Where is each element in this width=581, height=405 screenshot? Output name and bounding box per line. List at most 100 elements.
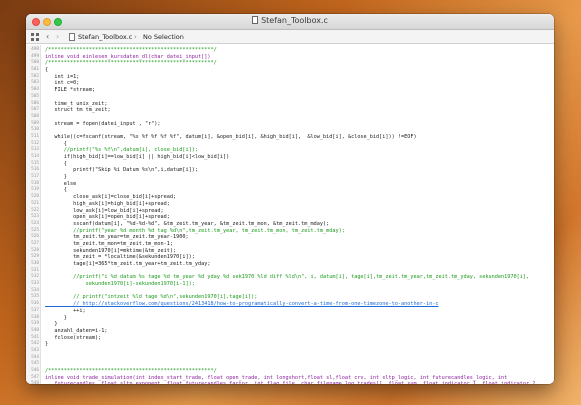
code-line[interactable]: 545 [26, 361, 554, 368]
code-line[interactable]: 530 tage[i]=365*tm_zeit.tm_year+tm_zeit.… [26, 261, 554, 268]
code-line[interactable]: 511 while((c=fscanf(stream, "%s %f %f %f… [26, 134, 554, 141]
line-number: 529 [31, 254, 39, 260]
forward-button[interactable]: › [56, 32, 59, 42]
code-text: fclose(stream); [45, 334, 102, 341]
code-text: int c=0; [45, 80, 80, 87]
code-line[interactable]: 529 tm_zeit = *localtime(&sekunden1970[i… [26, 254, 554, 261]
code-text: } [45, 341, 49, 348]
breadcrumb-file[interactable]: Stefan_Toolbox.c [78, 32, 132, 42]
code-text: // http://stackoverflow.com/questions/24… [45, 301, 439, 308]
code-line[interactable]: 506 time_t unix_zeit; [26, 101, 554, 108]
code-text: //printf("i %d datum %s tage %d tm_year … [45, 274, 530, 281]
code-text: { [45, 187, 67, 194]
line-number: 543 [31, 347, 39, 353]
code-line[interactable]: 504 FILE *stream; [26, 87, 554, 94]
code-line[interactable]: 520 close_ask[i]=close_bid[i]+spread; [26, 194, 554, 201]
code-text: tm_zeit = *localtime(&sekunden1970[i]); [45, 254, 195, 261]
line-number: 523 [31, 214, 39, 220]
code-line[interactable]: 533 sekunden1970[i]-sekunden1970[i-1]); [26, 281, 554, 288]
code-line[interactable]: 548 futurecandles, float sltp_exponent, … [26, 381, 554, 384]
code-text: stream = fopen(datei_input , "r"); [45, 120, 161, 127]
code-text: else [45, 180, 77, 187]
code-line[interactable]: 531 [26, 268, 554, 275]
code-line[interactable]: 522 low_ask[i]=low_bid[i]+spread; [26, 208, 554, 215]
code-line[interactable]: 539 } [26, 321, 554, 328]
line-number: 548 [31, 381, 39, 384]
code-line[interactable]: 516 printf("Skip %i Datum %s\n",i,datum[… [26, 167, 554, 174]
code-text: tm_zeit.tm_year=tm_zeit.tm_year-1900; [45, 234, 189, 241]
line-number: 507 [31, 107, 39, 113]
code-line[interactable]: 527 tm_zeit.tm_mon=tm_zeit.tm_mon-1; [26, 241, 554, 248]
code-line[interactable]: 523 open_ask[i]=open_bid[i]+spread; [26, 214, 554, 221]
code-line[interactable]: 536 // http://stackoverflow.com/question… [26, 301, 554, 308]
line-number: 514 [31, 154, 39, 159]
line-number: 498 [31, 47, 39, 52]
line-number: 542 [31, 341, 39, 347]
code-line[interactable]: 512 { [26, 141, 554, 148]
code-text: sekunden1970[i]=mktime(&tm_zeit); [45, 247, 177, 254]
code-line[interactable]: 546 /************************************… [26, 368, 554, 375]
line-number: 533 [31, 281, 39, 287]
code-line[interactable]: 515 { [26, 161, 554, 168]
code-line[interactable]: 508 [26, 114, 554, 121]
line-number: 501 [31, 67, 39, 73]
window-title-text: Stefan_Toolbox.c [261, 16, 328, 25]
code-line[interactable]: 505 [26, 94, 554, 101]
code-editor[interactable]: 498 /************************************… [26, 45, 554, 384]
code-line[interactable]: 537 ++i; [26, 308, 554, 315]
code-text: /***************************************… [45, 368, 217, 374]
code-line[interactable]: 514 if(high_bid[i]==low_bid[i] || high_b… [26, 154, 554, 161]
code-text: if(high_bid[i]==low_bid[i] || high_bid[i… [45, 154, 230, 160]
code-line[interactable]: 499 inline void einlesen_kursdaten_dl(cha… [26, 54, 554, 61]
line-number: 540 [31, 327, 39, 333]
line-number: 520 [31, 194, 39, 200]
code-line[interactable]: 524 sscanf(datum[i], "%d-%d-%d", &tm_zei… [26, 221, 554, 228]
code-line[interactable]: 500/************************************… [26, 60, 554, 67]
code-line[interactable]: 503 int c=0; [26, 80, 554, 87]
code-line[interactable]: 518 else [26, 181, 554, 188]
code-text: { [45, 140, 67, 147]
code-line[interactable]: 528 sekunden1970[i]=mktime(&tm_zeit); [26, 248, 554, 255]
code-text: sscanf(datum[i], "%d-%d-%d", &tm_zeit.tm… [45, 220, 330, 227]
code-line[interactable]: 502 int i=1; [26, 74, 554, 81]
code-line[interactable]: 532 //printf("i %d datum %s tage %d tm_y… [26, 274, 554, 281]
breadcrumb-selection[interactable]: No Selection [143, 32, 184, 42]
code-text: open_ask[i]=open_bid[i]+spread; [45, 214, 170, 221]
code-text: inline void trade_simulation(int index_s… [45, 374, 508, 381]
code-line[interactable]: 538 } [26, 315, 554, 322]
code-line[interactable]: 544 [26, 355, 554, 362]
line-number: 527 [31, 240, 39, 246]
line-number: 508 [31, 113, 39, 119]
code-line[interactable]: 541 fclose(stream); [26, 335, 554, 342]
code-line[interactable]: 535 // printf("intzeit %ld tage %d\n",se… [26, 294, 554, 301]
code-line[interactable]: 547 inline void trade_simulation(int inde… [26, 375, 554, 382]
line-number: 526 [31, 234, 39, 240]
code-line[interactable]: 513 //printf("%s %f\n",datum[i], close_b… [26, 147, 554, 154]
code-line[interactable]: 517 } [26, 174, 554, 181]
code-text: struct tm tm_zeit; [45, 107, 111, 114]
code-line[interactable]: 498 /************************************… [26, 47, 554, 54]
code-text: anzahl_daten=i-1; [45, 327, 108, 334]
code-line[interactable]: 507 struct tm tm_zeit; [26, 107, 554, 114]
code-text: } [45, 321, 58, 328]
code-text: int i=1; [45, 73, 80, 80]
code-line[interactable]: 525 //printf("year %d month %d tag %d\n"… [26, 228, 554, 235]
code-line[interactable]: 509 stream = fopen(datei_input , "r"); [26, 121, 554, 128]
window-title: Stefan_Toolbox.c [26, 16, 554, 25]
line-number: 524 [31, 220, 39, 226]
line-number: 539 [31, 321, 39, 327]
code-area[interactable]: 498 /************************************… [26, 47, 554, 384]
code-line[interactable]: 519 { [26, 187, 554, 194]
code-line[interactable]: 510 [26, 127, 554, 134]
code-line[interactable]: 501 { [26, 67, 554, 74]
related-items-grid-icon[interactable] [31, 33, 39, 41]
code-line[interactable]: 542} [26, 341, 554, 348]
code-line[interactable]: 543 [26, 348, 554, 355]
line-number: 504 [31, 87, 39, 93]
code-line[interactable]: 540 anzahl_daten=i-1; [26, 328, 554, 335]
code-line[interactable]: 534 [26, 288, 554, 295]
code-text: //printf("%s %f\n",datum[i], close_bid[i… [45, 147, 199, 154]
code-line[interactable]: 526 tm_zeit.tm_year=tm_zeit.tm_year-1900… [26, 234, 554, 241]
code-line[interactable]: 521 high_ask[i]=high_bid[i]+spread; [26, 201, 554, 208]
back-button[interactable]: ‹ [46, 32, 49, 42]
